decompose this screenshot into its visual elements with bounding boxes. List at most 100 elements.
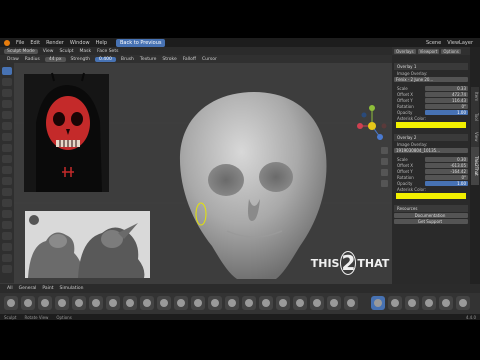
asset-filter-simulation[interactable]: Simulation	[56, 286, 86, 291]
perspective-toggle-icon[interactable]	[381, 180, 388, 187]
get-support-row[interactable]: Get Support	[394, 218, 468, 224]
active-tool-name[interactable]: Draw	[4, 57, 22, 62]
camera-view-icon[interactable]	[381, 169, 388, 176]
brush-thumbnail[interactable]	[225, 296, 239, 310]
back-to-previous-button[interactable]: Back to Previous	[116, 38, 166, 47]
reference-image-red-skull[interactable]	[24, 72, 109, 192]
brush-thumbnail[interactable]	[405, 296, 419, 310]
brush-thumbnail[interactable]	[422, 296, 436, 310]
asset-filter-all[interactable]: All	[4, 286, 16, 291]
reference-image-goblins[interactable]	[25, 211, 150, 278]
blob-tool-icon[interactable]	[2, 133, 12, 141]
clay-tool-icon[interactable]	[2, 89, 12, 97]
overlay-1-offset-x-row[interactable]: Offset X 472.74	[394, 91, 468, 97]
overlay-1-rotation-field[interactable]: 0°	[425, 103, 468, 109]
scene-selector[interactable]: Scene	[423, 40, 444, 46]
documentation-row[interactable]: Documentation	[394, 212, 468, 218]
pan-icon[interactable]	[381, 158, 388, 165]
transform-tool-icon[interactable]	[2, 254, 12, 262]
overlay-1-offset-x-field[interactable]: 472.74	[425, 91, 468, 97]
crease-tool-icon[interactable]	[2, 144, 12, 152]
draw-tool-icon[interactable]	[2, 67, 12, 75]
tab-tool[interactable]: Tool	[471, 107, 479, 127]
menu-file[interactable]: File	[13, 40, 27, 46]
zoom-icon[interactable]	[381, 147, 388, 154]
layer-tool-icon[interactable]	[2, 111, 12, 119]
brush-thumbnail[interactable]	[327, 296, 341, 310]
get-support-button[interactable]: Get Support	[394, 218, 468, 224]
radius-field[interactable]: 44 px	[44, 56, 66, 62]
menu-texture[interactable]: Texture	[137, 57, 159, 62]
options-dropdown[interactable]: Options	[441, 48, 461, 54]
overlay-2-offset-x-field[interactable]: -613.05	[425, 162, 468, 168]
brush-thumbnail[interactable]	[140, 296, 154, 310]
grab-tool-icon[interactable]	[2, 210, 12, 218]
blender-logo-icon[interactable]	[4, 39, 10, 46]
view-layer-selector[interactable]: ViewLayer	[444, 40, 476, 46]
overlay-2-opacity-field[interactable]: 1.00	[425, 180, 468, 186]
brush-thumbnail[interactable]	[242, 296, 256, 310]
overlay-2-scale-field[interactable]: 0.30	[425, 156, 468, 162]
sculpted-skull-mesh[interactable]	[179, 92, 327, 279]
viewport-shading-dropdown[interactable]: Viewport	[417, 48, 440, 54]
tab-view[interactable]: View	[471, 127, 479, 147]
overlay-2-rotation-field[interactable]: 0°	[425, 174, 468, 180]
brush-thumbnail[interactable]	[191, 296, 205, 310]
overlay-1-rotation-row[interactable]: Rotation 0°	[394, 103, 468, 109]
draw-sharp-tool-icon[interactable]	[2, 78, 12, 86]
documentation-button[interactable]: Documentation	[394, 212, 468, 218]
3d-viewport[interactable]: THIS 2 THAT	[14, 63, 392, 284]
overlay-1-scale-row[interactable]: Scale 0.33	[394, 85, 468, 91]
menu-view[interactable]: View	[40, 49, 57, 54]
tab-this2that[interactable]: This2That	[471, 147, 479, 185]
inflate-tool-icon[interactable]	[2, 122, 12, 130]
clay-strips-tool-icon[interactable]	[2, 100, 12, 108]
menu-help[interactable]: Help	[93, 40, 110, 46]
overlay-2-offset-y-field[interactable]: -164.42	[425, 168, 468, 174]
overlay-2-header[interactable]: Overlay 2	[394, 134, 468, 141]
menu-face-sets[interactable]: Face Sets	[94, 49, 121, 54]
resources-header[interactable]: Resources	[394, 205, 468, 212]
overlay-2-image-select[interactable]: 1919030804_10135...	[394, 147, 468, 153]
smooth-tool-icon[interactable]	[2, 155, 12, 163]
menu-render[interactable]: Render	[43, 40, 67, 46]
brush-thumbnail[interactable]	[89, 296, 103, 310]
menu-brush[interactable]: Brush	[118, 57, 137, 62]
brush-thumbnail[interactable]	[106, 296, 120, 310]
overlay-1-opacity-field[interactable]: 1.00	[425, 109, 468, 115]
brush-thumbnail[interactable]	[208, 296, 222, 310]
brush-thumbnail[interactable]	[157, 296, 171, 310]
asset-filter-general[interactable]: General	[16, 286, 40, 291]
snake-hook-tool-icon[interactable]	[2, 221, 12, 229]
strength-field[interactable]: 0.400	[95, 56, 116, 62]
brush-thumbnail[interactable]	[456, 296, 470, 310]
scrape-tool-icon[interactable]	[2, 188, 12, 196]
annotate-tool-icon[interactable]	[2, 265, 12, 273]
brush-thumbnail[interactable]	[276, 296, 290, 310]
brush-thumbnail[interactable]	[293, 296, 307, 310]
navigation-gizmo[interactable]	[357, 105, 387, 140]
overlays-dropdown[interactable]: Overlays	[394, 48, 416, 54]
overlay-2-offset-x-row[interactable]: Offset X -613.05	[394, 162, 468, 168]
overlay-1-opacity-row[interactable]: Opacity 1.00	[394, 109, 468, 115]
mask-tool-icon[interactable]	[2, 232, 12, 240]
overlay-2-rotation-row[interactable]: Rotation 0°	[394, 174, 468, 180]
overlay-1-image-row[interactable]: Fenix - 2 June 20...	[394, 76, 468, 82]
brush-thumbnail[interactable]	[72, 296, 86, 310]
brush-thumbnail[interactable]	[4, 296, 18, 310]
menu-window[interactable]: Window	[67, 40, 93, 46]
brush-thumbnail[interactable]	[38, 296, 52, 310]
menu-edit[interactable]: Edit	[27, 40, 43, 46]
flatten-tool-icon[interactable]	[2, 166, 12, 174]
overlay-1-offset-y-row[interactable]: Offset Y 116.43	[394, 97, 468, 103]
overlay-1-image-select[interactable]: Fenix - 2 June 20...	[394, 76, 468, 82]
overlay-2-color-swatch[interactable]	[396, 193, 466, 199]
brush-thumbnail[interactable]	[388, 296, 402, 310]
overlay-1-header[interactable]: Overlay 1	[394, 63, 468, 70]
brush-thumbnail[interactable]	[310, 296, 324, 310]
brush-thumbnail[interactable]	[439, 296, 453, 310]
menu-mask[interactable]: Mask	[77, 49, 95, 54]
brush-thumbnail[interactable]	[259, 296, 273, 310]
overlay-2-offset-y-row[interactable]: Offset Y -164.42	[394, 168, 468, 174]
menu-sculpt[interactable]: Sculpt	[56, 49, 76, 54]
